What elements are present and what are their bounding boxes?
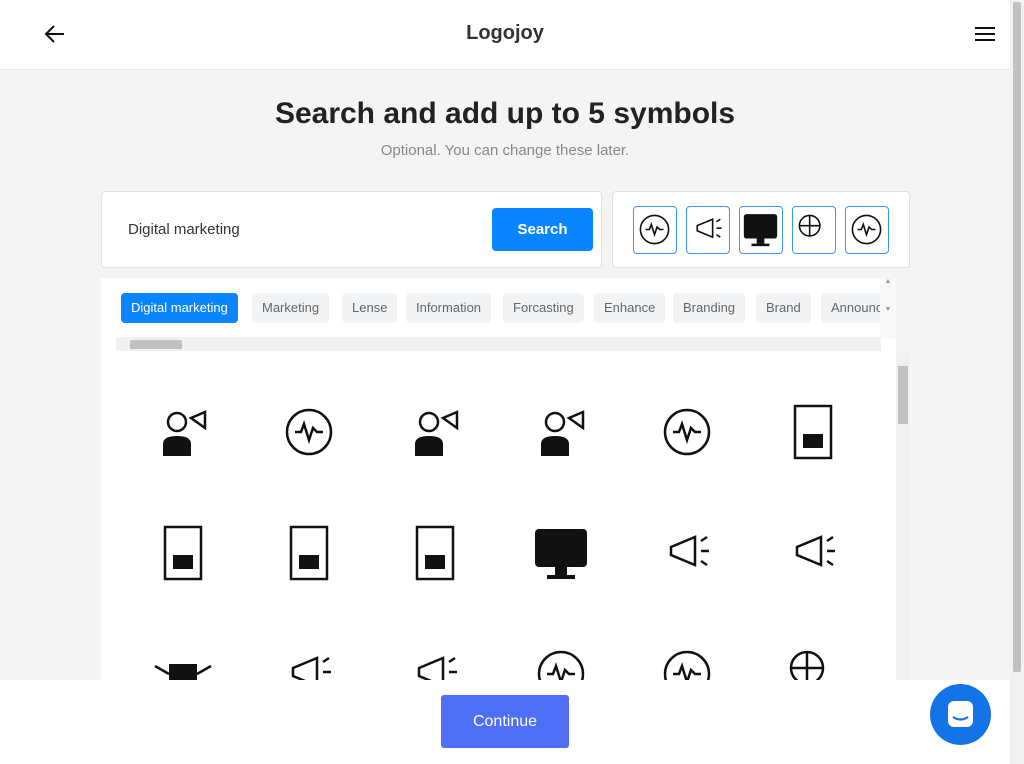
symbol-result[interactable]: [151, 521, 215, 585]
hamburger-menu-icon[interactable]: [975, 26, 995, 42]
symbol-result[interactable]: [781, 400, 845, 464]
lightbulb-cycle-icon: [851, 214, 882, 245]
person-megaphone-icon: [415, 410, 459, 456]
dollar-cycle-icon: [537, 650, 585, 680]
megaphone-icon: [291, 656, 331, 680]
gear-person-icon: [285, 408, 333, 456]
symbol-result[interactable]: [151, 642, 215, 680]
globe-web-icon: [798, 214, 821, 237]
symbol-result[interactable]: [403, 521, 467, 585]
symbol-result[interactable]: [781, 642, 845, 680]
page-title: Search and add up to 5 symbols: [274, 97, 736, 130]
symbol-results: [101, 352, 896, 680]
tag-chip[interactable]: Lense: [342, 293, 398, 323]
page-subtitle: Optional. You can change these later.: [380, 142, 630, 159]
search-card: Digital marketing Search: [101, 191, 602, 268]
symbol-result[interactable]: [529, 521, 593, 585]
tag-chip[interactable]: Branding: [673, 293, 746, 323]
circle-wave-icon: [663, 408, 711, 456]
target-arrow-icon: [663, 650, 711, 680]
selected-symbol-slot[interactable]: [792, 206, 836, 254]
header: Logojoy: [0, 0, 1010, 70]
symbol-result[interactable]: [277, 642, 341, 680]
footer: Continue: [0, 680, 1010, 764]
symbol-result[interactable]: [781, 521, 845, 585]
symbol-result[interactable]: [655, 642, 719, 680]
tag-chip[interactable]: Marketing: [252, 293, 330, 323]
megaphone-cycle-icon: [639, 214, 670, 245]
symbol-result[interactable]: [151, 400, 215, 464]
network-megaphone-icon: [696, 218, 722, 239]
selected-symbols: [612, 191, 910, 268]
document-chart-icon: [163, 525, 203, 581]
tag-list: Announc Brand Branding Enhance Forcasting Inf…: [101, 278, 896, 352]
tag-chip[interactable]: Digital marketing: [121, 293, 238, 323]
tag-scrollbar-horizontal[interactable]: [116, 337, 881, 351]
document-checklist-icon: [289, 525, 329, 581]
symbol-result[interactable]: [529, 642, 593, 680]
tag-chip[interactable]: Enhance: [594, 293, 666, 323]
monitor-chart-icon: [743, 214, 778, 247]
logo[interactable]: Logojoy: [0, 22, 1010, 45]
selected-symbol-slot[interactable]: [739, 206, 783, 254]
symbol-result[interactable]: [529, 400, 593, 464]
symbol-result[interactable]: [403, 400, 467, 464]
megaphone-person-icon: [541, 410, 585, 456]
selected-symbol-slot[interactable]: [686, 206, 730, 254]
monitor-keyboard-icon: [535, 529, 587, 579]
podcast-icon: [417, 656, 457, 680]
chat-button[interactable]: [930, 684, 991, 745]
video-megaphone-icon: [795, 535, 835, 567]
symbol-result[interactable]: [277, 400, 341, 464]
winged-envelope-icon: [154, 664, 212, 680]
symbol-result[interactable]: [277, 521, 341, 585]
symbol-result[interactable]: [655, 400, 719, 464]
symbol-result[interactable]: [403, 642, 467, 680]
tag-scrollbar-vertical[interactable]: ▲ ▼: [880, 278, 896, 338]
globe-cursor-icon: [789, 650, 825, 680]
selected-symbol-slot[interactable]: [633, 206, 677, 254]
devices-icon: [669, 535, 709, 567]
search-input[interactable]: Digital marketing: [128, 221, 240, 238]
tag-chip[interactable]: Brand: [756, 293, 811, 323]
continue-button[interactable]: Continue: [441, 695, 569, 748]
search-button[interactable]: Search: [492, 208, 593, 251]
results-scrollbar[interactable]: [896, 352, 910, 680]
page-scrollbar[interactable]: [1010, 0, 1024, 764]
document-chart-icon: [415, 525, 455, 581]
selected-symbol-slot[interactable]: [845, 206, 889, 254]
tag-chip[interactable]: Information: [406, 293, 492, 323]
tag-chip[interactable]: Forcasting: [503, 293, 584, 323]
person-megaphone-icon: [163, 410, 207, 456]
checklist-document-icon: [793, 404, 833, 460]
chat-icon: [948, 701, 973, 727]
symbol-result[interactable]: [655, 521, 719, 585]
